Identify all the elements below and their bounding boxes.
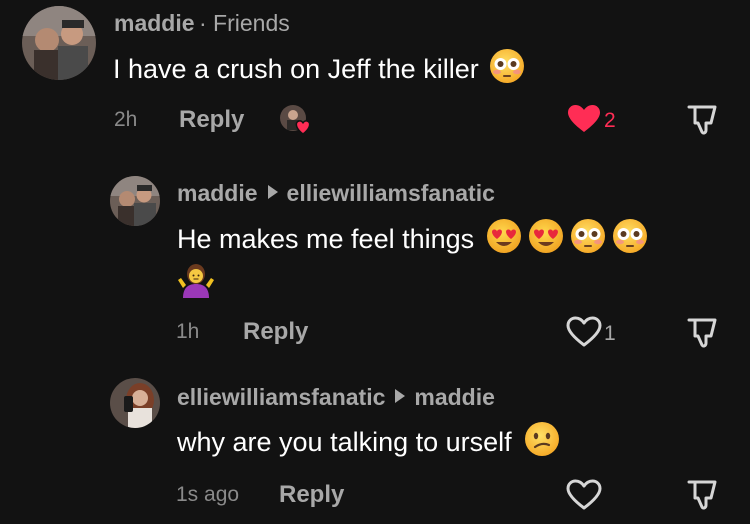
heart-eyes-emoji bbox=[528, 218, 564, 261]
like-count: 1 bbox=[604, 322, 616, 345]
reply-button[interactable]: Reply bbox=[179, 106, 244, 134]
friends-label-separator: · bbox=[198, 10, 214, 36]
reply-to-username[interactable]: maddie bbox=[414, 384, 495, 410]
shrug-emoji bbox=[177, 264, 215, 303]
reply-arrow-icon bbox=[267, 185, 278, 199]
comment-text: I have a crush on Jeff the killer bbox=[113, 48, 525, 87]
comment-header: maddie · Friends bbox=[114, 10, 290, 37]
comment-header: maddie elliewilliamsfanatic bbox=[177, 180, 495, 207]
like-button[interactable] bbox=[566, 479, 606, 511]
dislike-icon bbox=[687, 480, 717, 510]
comment-text: why are you talking to urself bbox=[177, 421, 560, 460]
confused-face-emoji bbox=[524, 421, 560, 464]
like-count: 2 bbox=[604, 109, 616, 132]
flushed-face-emoji bbox=[489, 48, 525, 91]
dislike-icon bbox=[687, 318, 717, 348]
dislike-button[interactable] bbox=[686, 317, 720, 354]
username[interactable]: maddie bbox=[114, 10, 195, 36]
comment-header: elliewilliamsfanatic maddie bbox=[177, 384, 495, 411]
like-button[interactable]: 1 bbox=[566, 316, 626, 347]
like-button[interactable]: 2 bbox=[567, 104, 627, 134]
comment-time: 2h bbox=[114, 108, 138, 131]
avatar[interactable] bbox=[110, 378, 160, 428]
heart-icon bbox=[566, 316, 602, 347]
heart-icon bbox=[566, 479, 602, 510]
comment-text-body: why are you talking to urself bbox=[177, 426, 512, 457]
comment-text: He makes me feel things bbox=[177, 218, 648, 257]
reply-to-username[interactable]: elliewilliamsfanatic bbox=[287, 180, 495, 206]
dislike-icon bbox=[687, 105, 717, 135]
dislike-button[interactable] bbox=[686, 104, 720, 141]
creator-liked-avatar bbox=[279, 104, 311, 136]
username[interactable]: maddie bbox=[177, 180, 258, 206]
flushed-face-emoji bbox=[612, 218, 648, 261]
comment-time: 1h bbox=[176, 320, 200, 343]
heart-eyes-emoji bbox=[486, 218, 522, 261]
heart-icon bbox=[568, 105, 600, 132]
flushed-face-emoji bbox=[570, 218, 606, 261]
comment-text-body: He makes me feel things bbox=[177, 223, 475, 254]
avatar[interactable] bbox=[22, 6, 96, 80]
dislike-button[interactable] bbox=[686, 479, 720, 516]
reply-button[interactable]: Reply bbox=[279, 481, 344, 509]
avatar[interactable] bbox=[110, 176, 160, 226]
friends-label: Friends bbox=[213, 10, 290, 36]
reply-arrow-icon bbox=[395, 389, 406, 403]
username[interactable]: elliewilliamsfanatic bbox=[177, 384, 385, 410]
reply-button[interactable]: Reply bbox=[243, 318, 308, 346]
comment-time: 1s ago bbox=[176, 483, 240, 506]
comment-text-body: I have a crush on Jeff the killer bbox=[113, 53, 479, 84]
